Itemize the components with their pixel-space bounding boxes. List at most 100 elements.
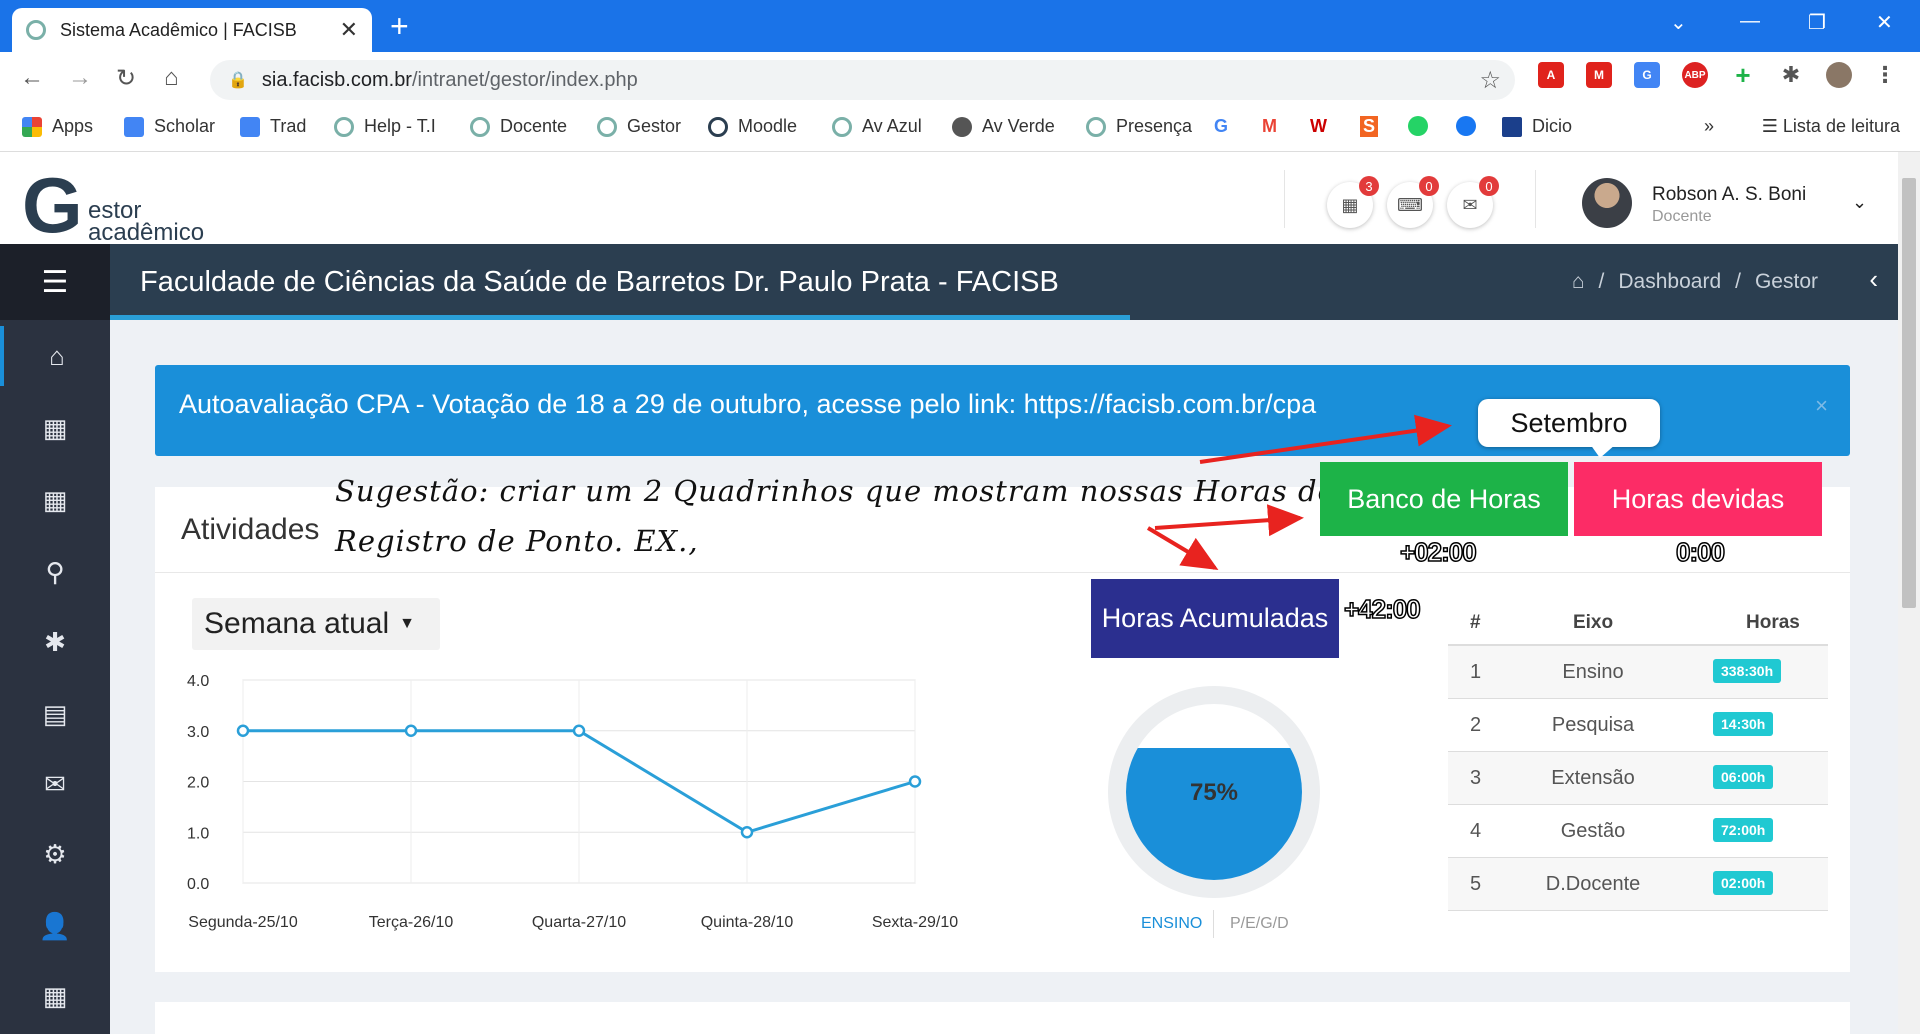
gmail-bookmark-icon[interactable]: M: [1262, 116, 1277, 137]
url-bar[interactable]: 🔒 sia.facisb.com.br/intranet/gestor/inde…: [210, 60, 1515, 100]
gauge-tab-pegd[interactable]: P/E/G/D: [1230, 915, 1289, 933]
user-avatar[interactable]: [1582, 178, 1632, 228]
translate-extension-icon[interactable]: G: [1634, 62, 1660, 88]
minimize-icon[interactable]: —: [1740, 10, 1760, 33]
bookmark-label: Help - T.I: [364, 116, 436, 136]
dicio-icon: [1502, 116, 1522, 137]
bookmark-presenca[interactable]: Presença: [1086, 116, 1192, 137]
apps-grid-icon: [22, 116, 42, 137]
facebook-bookmark-icon[interactable]: [1456, 116, 1476, 136]
facebook-icon: [1456, 116, 1476, 136]
bookmark-av-azul[interactable]: Av Azul: [832, 116, 922, 137]
close-window-icon[interactable]: ✕: [1876, 10, 1893, 35]
tab-search-icon[interactable]: ⌄: [1670, 10, 1687, 35]
back-icon[interactable]: ←: [20, 64, 44, 92]
home-icon[interactable]: ⌂: [164, 64, 179, 92]
bookmark-label: Moodle: [738, 116, 798, 136]
hours-badge: 14:30h: [1713, 712, 1774, 736]
bookmark-dicio[interactable]: Dicio: [1502, 116, 1572, 137]
row-number: 3: [1470, 767, 1482, 789]
restore-icon[interactable]: ❐: [1808, 10, 1826, 35]
breadcrumb-gestor: Gestor: [1754, 270, 1818, 293]
scrollbar[interactable]: [1898, 152, 1920, 1034]
chevron-left-icon[interactable]: ‹: [1869, 264, 1878, 295]
calendar-icon[interactable]: ▦: [0, 966, 110, 1026]
col-number: #: [1470, 612, 1481, 633]
scholar-icon: [124, 116, 144, 137]
gauge-tab-ensino[interactable]: ENSINO: [1141, 915, 1202, 933]
hours-badge: 338:30h: [1713, 659, 1782, 683]
address-toolbar: ← → ↻ ⌂ 🔒 sia.facisb.com.br/intranet/ges…: [0, 52, 1920, 106]
calendar-notification-button[interactable]: ▦ 3: [1327, 176, 1379, 228]
user-icon[interactable]: 👤: [0, 896, 110, 956]
user-name[interactable]: Robson A. S. Boni: [1652, 184, 1806, 206]
reading-list-button[interactable]: ☰ Lista de leitura: [1762, 116, 1900, 137]
close-icon[interactable]: ×: [1815, 393, 1828, 419]
week-selector[interactable]: Semana atual ▼: [192, 598, 440, 650]
bookmark-label: Scholar: [154, 116, 216, 136]
bookmark-av-verde[interactable]: Av Verde: [952, 116, 1055, 137]
word-bookmark-icon[interactable]: W: [1310, 116, 1327, 137]
bookmark-label: Presença: [1116, 116, 1193, 136]
asterisk-icon[interactable]: ✱: [0, 612, 110, 672]
browser-menu-icon[interactable]: ⋮: [1872, 62, 1898, 88]
bookmark-help-ti[interactable]: Help - T.I: [334, 116, 436, 137]
extensions-puzzle-icon[interactable]: ✱: [1778, 62, 1804, 88]
more-bookmarks-button[interactable]: »: [1704, 116, 1714, 137]
col-horas: Horas: [1746, 612, 1800, 633]
reload-icon[interactable]: ↻: [116, 64, 136, 93]
whatsapp-bookmark-icon[interactable]: [1408, 116, 1428, 136]
bookmark-moodle[interactable]: Moodle: [708, 116, 797, 137]
breadcrumb-dashboard[interactable]: Dashboard: [1618, 270, 1721, 293]
bookmark-star-icon[interactable]: ☆: [1479, 66, 1501, 95]
bookmark-apps[interactable]: Apps: [22, 116, 93, 137]
bookmark-label: Docente: [500, 116, 568, 136]
list-icon[interactable]: ▤: [0, 684, 110, 744]
profile-avatar-icon[interactable]: [1826, 62, 1852, 88]
bookmark-trad[interactable]: Trad: [240, 116, 306, 137]
adblock-extension-icon[interactable]: ABP: [1682, 62, 1708, 88]
row-number: 1: [1470, 661, 1482, 683]
setembro-bubble: Setembro: [1478, 399, 1660, 447]
hours-table: # Eixo Horas 1 Ensino 338:30h 2 Pesquisa 14:…: [1448, 598, 1828, 911]
bookmark-gestor[interactable]: Gestor: [597, 116, 681, 137]
table-row: 1 Ensino 338:30h: [1448, 646, 1828, 699]
banco-de-horas-box: Banco de Horas: [1320, 462, 1568, 536]
calendar-icon: ▦: [1341, 194, 1359, 215]
loading-progress: [110, 315, 1130, 320]
search-icon[interactable]: ⚲: [0, 542, 110, 602]
google-bookmark-icon[interactable]: G: [1214, 116, 1228, 137]
acumuladas-value: +42:00: [1343, 593, 1421, 625]
s-bookmark-icon[interactable]: S: [1360, 116, 1379, 137]
browser-tab[interactable]: Sistema Acadêmico | FACISB ✕: [12, 8, 372, 52]
bookmark-docente[interactable]: Docente: [470, 116, 567, 137]
url-domain: sia.facisb.com.br: [261, 68, 412, 91]
calendar-icon[interactable]: ▦: [0, 398, 110, 458]
mendeley-extension-icon[interactable]: M: [1586, 62, 1612, 88]
mail-icon[interactable]: ✉: [0, 754, 110, 814]
gears-icon[interactable]: ⚙: [0, 824, 110, 884]
home-icon[interactable]: ⌂: [0, 326, 110, 386]
close-tab-icon[interactable]: ✕: [340, 17, 358, 43]
translate-icon: [240, 116, 260, 137]
home-icon[interactable]: ⌂: [1572, 270, 1585, 293]
plus-extension-icon[interactable]: +: [1730, 60, 1756, 90]
scrollbar-thumb[interactable]: [1902, 178, 1916, 608]
keyboard-notification-button[interactable]: ⌨ 0: [1387, 176, 1439, 228]
row-eixo: D.Docente: [1545, 873, 1641, 895]
bookmark-scholar[interactable]: Scholar: [124, 116, 215, 137]
mail-notification-button[interactable]: ✉ 0: [1447, 176, 1499, 228]
mail-icon: ✉: [1462, 194, 1478, 215]
chevron-down-icon[interactable]: ⌄: [1852, 192, 1867, 213]
forward-icon[interactable]: →: [68, 64, 92, 92]
bookmark-label: Apps: [52, 116, 94, 136]
bookmarks-bar: Apps Scholar Trad Help - T.I Docente Ges…: [0, 106, 1920, 152]
horas-acumuladas-box: Horas Acumuladas: [1091, 579, 1339, 658]
alert-text: Autoavaliação CPA - Votação de 18 a 29 d…: [179, 389, 1317, 419]
lock-icon[interactable]: 🔒: [228, 70, 248, 90]
pdf-extension-icon[interactable]: A: [1538, 62, 1564, 88]
new-tab-button[interactable]: +: [390, 8, 409, 45]
breadcrumb: ⌂ / Dashboard / Gestor: [1571, 270, 1818, 293]
hamburger-menu-icon[interactable]: ☰: [0, 244, 110, 320]
calendar-icon[interactable]: ▦: [0, 470, 110, 530]
